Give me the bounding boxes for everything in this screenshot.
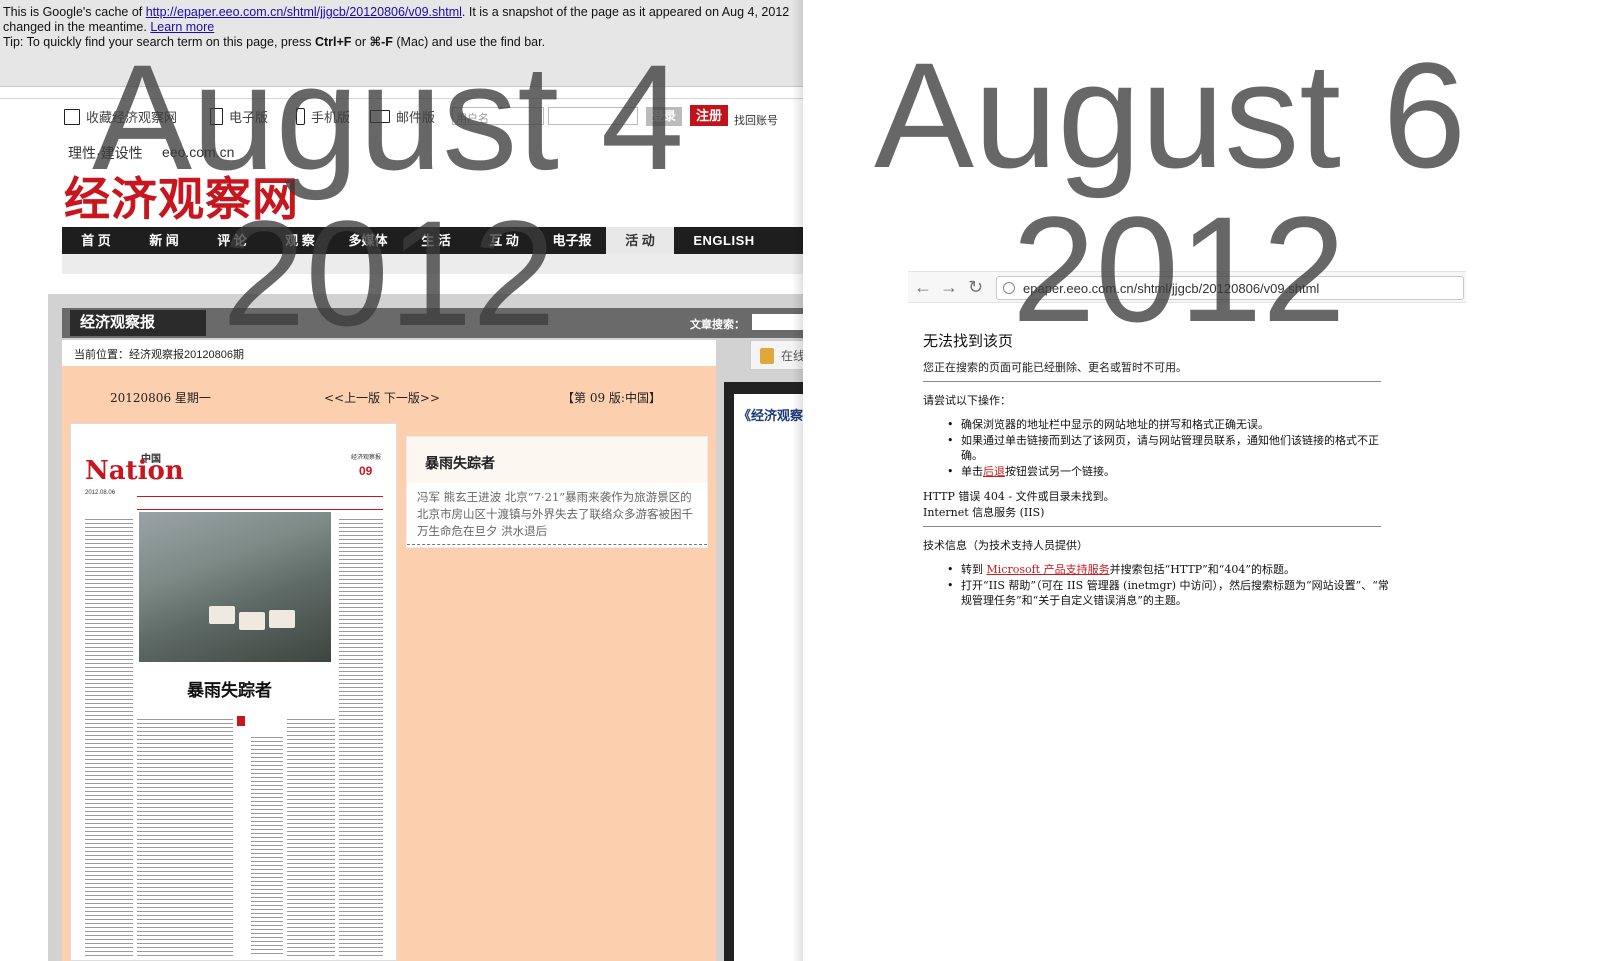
bookmark-icon: [64, 108, 80, 125]
nav-item-events[interactable]: 活 动: [606, 227, 674, 254]
np-date: 2012.08.06: [85, 490, 116, 496]
register-button[interactable]: 注册: [690, 105, 728, 126]
back-arrow-icon[interactable]: ←: [914, 277, 932, 298]
list-text: 按钮尝试另一个链接。: [1005, 464, 1115, 478]
article-summary-card[interactable]: 暴雨失踪者 冯军 熊玄王进波 北京“7·21”暴雨来袭作为旅游景区的北京市房山区…: [406, 436, 708, 548]
nav-item-home[interactable]: 首 页: [62, 227, 130, 254]
np-text-column: [251, 734, 283, 956]
list-item: 打开“IIS 帮助”（可在 IIS 管理器 (inetmgr) 中访问），然后搜…: [923, 578, 1393, 609]
divider: [923, 381, 1381, 382]
nav-item-news[interactable]: 新 闻: [130, 227, 198, 254]
date-label-right-year: 2012: [1012, 185, 1346, 353]
np-section-title: Nation: [85, 456, 184, 486]
http-error-text: HTTP 错误 404 - 文件或目录未找到。: [923, 490, 1115, 503]
article-title[interactable]: 暴雨失踪者: [425, 453, 495, 473]
np-photo-plate: [209, 606, 235, 624]
tech-heading: 技术信息（为技术支持人员提供）: [923, 539, 1088, 552]
cache-text: changed in the meantime.: [3, 20, 151, 34]
try-heading: 请尝试以下操作：: [923, 394, 1011, 407]
list-text: 并搜索包括“HTTP”和“404”的标题。: [1109, 563, 1295, 576]
divider: [923, 526, 1381, 527]
date-label-left-month: August 4: [92, 33, 685, 201]
nav-item-english[interactable]: ENGLISH: [674, 227, 774, 254]
date-label-left-year: 2012: [222, 189, 556, 357]
page-nav-links[interactable]: <<上一版 下一版>>: [324, 389, 440, 406]
reload-icon[interactable]: ↻: [968, 277, 983, 298]
cache-text: This is Google's cache of: [3, 5, 146, 19]
np-headline: 暴雨失踪者: [187, 681, 272, 701]
np-text-column: [287, 716, 335, 956]
page-number: 【第 09 版:中国】: [562, 391, 661, 405]
np-page-number: 09: [359, 464, 373, 478]
try-list: 确保浏览器的地址栏中显示的网站地址的拼写和格式正确无误。 如果通过单击链接而到达…: [923, 417, 1393, 479]
find-account-link[interactable]: 找回账号: [734, 112, 778, 128]
back-link[interactable]: 后退: [983, 465, 1005, 478]
microsoft-support-link[interactable]: Microsoft 产品支持服务: [987, 563, 1110, 576]
epaper-title: 经济观察报: [70, 310, 206, 336]
np-photo-plate: [269, 610, 295, 628]
online-icon: [760, 348, 774, 364]
list-text: 转到: [961, 563, 987, 576]
list-item: 单击后退按钮尝试另一个链接。: [923, 464, 1393, 480]
np-text-column: [137, 716, 233, 956]
error-subtitle: 您正在搜索的页面可能已经删除、更名或暂时不可用。: [923, 361, 1187, 374]
np-brand: 经济观察报: [351, 455, 382, 461]
tech-list: 转到 Microsoft 产品支持服务并搜索包括“HTTP”和“404”的标题。…: [923, 562, 1393, 609]
np-red-mark: [237, 716, 245, 726]
learn-more-link[interactable]: Learn more: [150, 20, 214, 34]
forward-arrow-icon[interactable]: →: [940, 277, 958, 298]
issue-date: 20120806 星期一: [110, 391, 211, 405]
np-photo: [139, 512, 331, 662]
np-text-column: [85, 516, 133, 956]
newspaper-page-image[interactable]: 中国 Nation 2012.08.06 经济观察报 09 暴雨失踪者: [70, 423, 397, 961]
np-header-bar: [137, 496, 383, 510]
article-snippet: 冯军 熊玄王进波 北京“7·21”暴雨来袭作为旅游景区的北京市房山区十渡镇与外界…: [417, 490, 693, 538]
article-search-label: 文章搜索：: [690, 319, 745, 331]
error-page: 无法找到该页 您正在搜索的页面可能已经删除、更名或暂时不可用。 请尝试以下操作：…: [923, 330, 1393, 619]
list-item: 确保浏览器的地址栏中显示的网站地址的拼写和格式正确无误。: [923, 417, 1393, 433]
np-photo-plate: [239, 612, 265, 630]
cache-text: . It is a snapshot of the page as it app…: [461, 5, 790, 19]
date-label-right-month: August 6: [874, 31, 1467, 199]
iis-text: Internet 信息服务 (IIS): [923, 505, 1045, 519]
list-item: 如果通过单击链接而到达了该网页，请与网站管理员联系，通知他们该链接的格式不正确。: [923, 433, 1393, 464]
list-text: 单击: [961, 464, 983, 478]
cached-url-link[interactable]: http://epaper.eeo.com.cn/shtml/jjgcb/201…: [146, 5, 462, 19]
divider: [407, 544, 707, 545]
panel-edge-shadow: [792, 0, 803, 961]
np-text-column: [339, 516, 383, 956]
list-item: 转到 Microsoft 产品支持服务并搜索包括“HTTP”和“404”的标题。: [923, 562, 1393, 578]
